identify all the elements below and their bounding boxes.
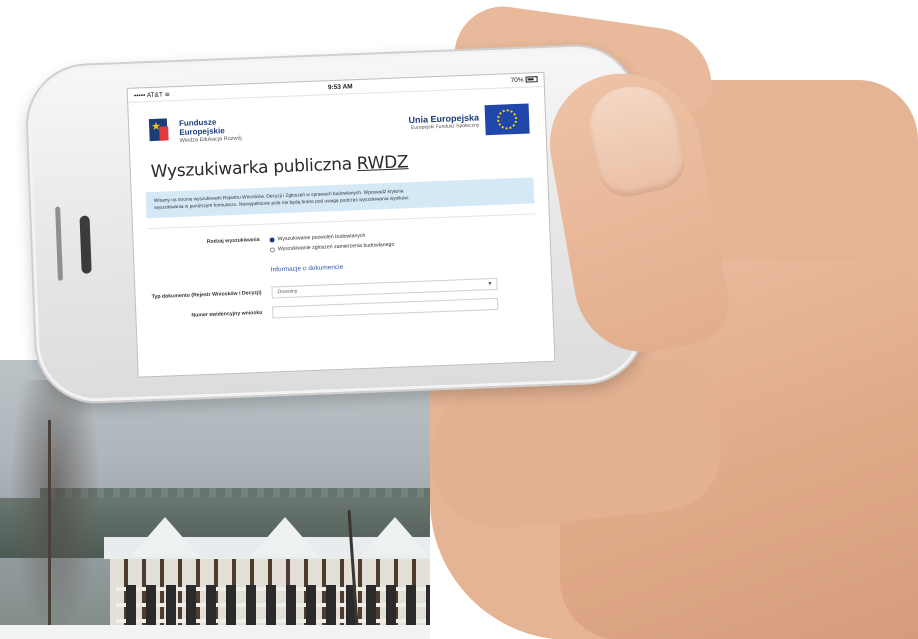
- smartphone: ••••• AT&T ≋ 9:53 AM 70% ★ Fundusze Euro…: [23, 42, 649, 406]
- winter-hotel-photo: [0, 360, 430, 639]
- section-title: Informacje o dokumencie: [270, 263, 344, 274]
- doc-type-label: Typ dokumentu (Rejestr Wniosków i Decyzj…: [151, 289, 262, 301]
- fe-logo-icon: ★: [148, 118, 174, 147]
- search-form: Rodzaj wyszukiwania Wyszukiwanie pozwole…: [133, 214, 553, 350]
- tree-trunk: [48, 420, 51, 639]
- wifi-icon: ≋: [164, 90, 171, 98]
- phone-screen: ••••• AT&T ≋ 9:53 AM 70% ★ Fundusze Euro…: [126, 71, 556, 378]
- eu-flag-icon: [484, 103, 530, 136]
- clock: 9:53 AM: [327, 83, 353, 92]
- search-type-label: Rodzaj wyszukiwania: [206, 236, 260, 245]
- bare-tree: [10, 380, 100, 639]
- radio-unchecked-icon: [269, 246, 276, 253]
- doc-type-select[interactable]: Dowolny ▾: [271, 277, 498, 299]
- fe-logo-subtext: Wiedza Edukacja Rozwój: [179, 135, 242, 144]
- chevron-down-icon: ▾: [488, 281, 492, 288]
- carrier-label: ••••• AT&T ≋: [133, 90, 171, 100]
- record-number-input[interactable]: [272, 297, 499, 319]
- snow-ground: [0, 625, 430, 639]
- eu-logo-subtext: Europejski Fundusz Społeczny: [410, 122, 480, 132]
- phone-side-edge: [55, 206, 63, 281]
- radio-construction-notices[interactable]: Wyszukiwanie zgłoszeń zamierzenia budowl…: [269, 242, 394, 253]
- battery-icon: [525, 76, 538, 83]
- radio-checked-icon: [269, 236, 275, 243]
- page-title-accent: RWDZ: [356, 152, 409, 175]
- record-number-label: Numer ewidencyjny wniosku: [191, 309, 263, 319]
- battery-indicator: 70%: [510, 76, 538, 84]
- radio-building-permits[interactable]: Wyszukiwanie pozwoleń budowlanych: [269, 233, 365, 243]
- unia-europejska-logo[interactable]: Unia Europejska Europejski Fundusz Społe…: [408, 103, 530, 139]
- phone-speaker: [79, 215, 92, 274]
- fundusze-europejskie-logo[interactable]: ★ Fundusze Europejskie Wiedza Edukacja R…: [148, 116, 242, 148]
